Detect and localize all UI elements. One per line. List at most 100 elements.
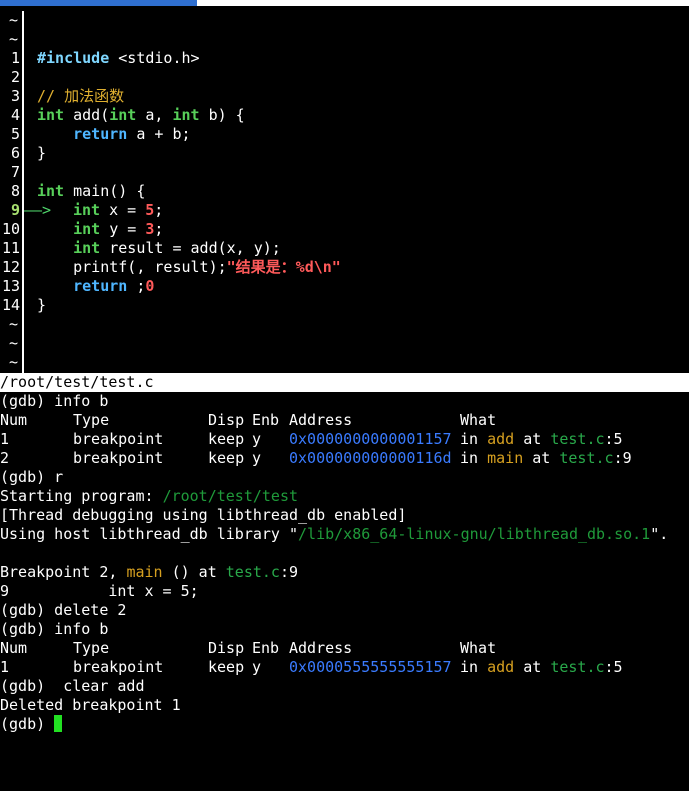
breakpoint-table-header: Num Type Disp Enb Address What [0,639,689,658]
line-number: 9 [10,201,20,219]
return-keyword: return [73,125,128,143]
source-line: 14} [0,296,689,315]
bp-line: :5 [604,430,623,448]
line-number: 8 [10,182,20,200]
bp-enabled: y [252,449,262,467]
bp-address: 0x0000555555555157 [289,658,452,676]
gdb-command-line: (gdb) info b [0,392,109,410]
bp-at: at [514,658,551,676]
code-text: return a + b; [37,125,190,144]
source-line: 8 int main() { [0,182,689,201]
code-text: add( [64,106,110,124]
code-text: } [37,144,46,163]
code-text: x = [100,201,146,219]
source-line: ~ [0,334,689,353]
source-line: 12 printf(, result);"结果是：%d\n" [0,258,689,277]
host-end: ". [650,525,669,543]
bp-num: 1 [0,430,10,448]
code-text: main() { [64,182,146,200]
code-text: ; [154,220,164,238]
line-number: 10 [1,220,20,238]
bp-function: add [487,658,515,676]
hdr-address: Address [289,639,353,657]
gdb-command-line: (gdb) delete 2 [0,601,127,619]
bp-file: test.c [559,449,614,467]
code-text: a, [136,106,173,124]
bp-file: test.c [550,658,605,676]
hdr-what: What [460,411,497,429]
line-number: 4 [10,106,20,124]
bp-in: in [451,430,488,448]
deleted-message: Deleted breakpoint 1 [0,696,181,714]
type-keyword: int [37,182,65,200]
gdb-prompt-line[interactable]: (gdb) [0,715,689,734]
bp-in: in [451,449,488,467]
hdr-num: Num [0,411,28,429]
current-line-arrow: ——> [24,201,61,219]
bp-what: in add at test.c:5 [451,658,623,677]
type-keyword: int [109,106,137,124]
breakpoint-row: 2 breakpoint keep y 0x000000000000116d in ma… [0,449,689,468]
src-line-number: 9 [0,582,10,600]
code-text: printf( [73,258,137,276]
bp-line: :9 [613,449,632,467]
bp-address: 0x000000000000116d [289,449,452,467]
code-text: , result); [136,258,227,276]
breakpoint-row: 1 breakpoint keep y 0x0000555555555157 in ad… [0,658,689,677]
code-text: } [37,296,46,315]
line-number: 2 [10,68,20,86]
hdr-enb: Enb [252,411,280,429]
line-number: 3 [10,87,20,105]
bp-enabled: y [252,658,262,676]
code-text: int main() { [37,182,145,201]
line-number: ~ [9,315,19,333]
line-number: 14 [1,296,20,314]
line-number: 7 [10,163,20,181]
bp-what: in add at test.c:5 [451,430,623,449]
number-literal: 0 [145,277,155,295]
code-text: int y = 3; [37,220,163,239]
source-line: 5 return a + b; [0,125,689,144]
bp-type: breakpoint [73,449,164,467]
bp-hit-function: main [126,563,163,581]
source-line: 11 int result = add(x, y); [0,239,689,258]
bp-disp: keep [208,658,245,676]
hdr-type: Type [73,639,110,657]
preprocessor-keyword: #include [37,49,110,67]
hdr-disp: Disp [208,639,245,657]
gdb-console[interactable]: (gdb) info b Num Type Disp Enb Address W… [0,392,689,734]
program-path: /root/test/test [162,487,299,505]
source-editor: ~ ~1 #include <stdio.h> 2 3// 加法函数 4 int add(i… [0,11,689,373]
hdr-address: Address [289,411,353,429]
bp-hit-line: :9 [279,563,299,581]
code-text: ; [154,201,164,219]
source-line: 1 #include <stdio.h> [0,49,689,68]
code-text: } [37,296,47,314]
source-line: 13 return ;0 [0,277,689,296]
active-tab-indicator[interactable] [0,0,197,6]
bp-what: in main at test.c:9 [451,449,632,468]
bp-line: :5 [604,658,623,676]
hdr-num: Num [0,639,28,657]
hdr-enb: Enb [252,639,280,657]
line-number: 1 [10,49,20,67]
gdb-prompt: (gdb) [0,715,55,733]
bp-type: breakpoint [73,658,164,676]
code-text: } [37,144,47,162]
source-line: 3 // 加法函数 [0,87,689,106]
number-literal: 5 [145,201,155,219]
window-top-bar [0,0,689,6]
gdb-command-line: (gdb) clear add [0,677,145,695]
gdb-command-line: (gdb) info b [0,620,109,638]
line-number: ~ [9,30,19,48]
type-keyword: int [172,106,200,124]
host-label: Using host libthread_db library " [0,525,299,543]
line-number: ~ [9,334,19,352]
bp-hit-mid: () at [162,563,226,581]
hdr-what: What [460,639,497,657]
